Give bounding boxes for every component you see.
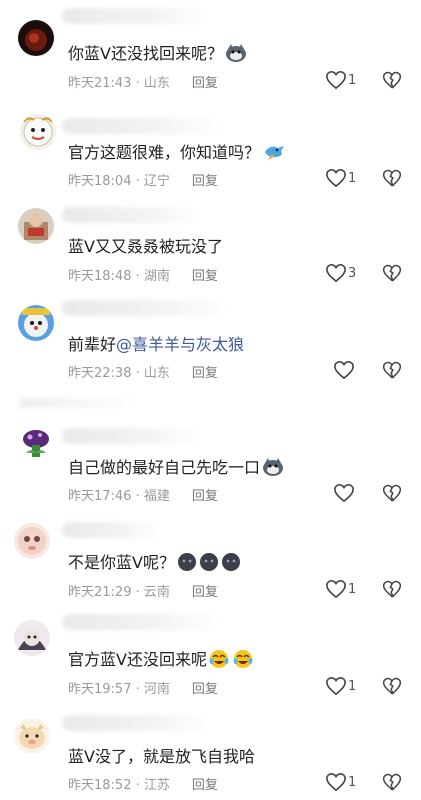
like-count: 1 — [348, 582, 357, 597]
separator: · — [131, 585, 144, 600]
reply-button[interactable]: 回复 — [192, 778, 218, 793]
blur-divider — [20, 398, 140, 408]
like-heart-icon[interactable] — [325, 168, 347, 188]
username-blurred[interactable] — [62, 207, 202, 223]
reply-button[interactable]: 回复 — [192, 269, 218, 284]
comment-text: 自己做的最好自己先吃一口 — [68, 454, 284, 481]
avatar[interactable] — [14, 620, 50, 656]
avatar[interactable] — [14, 718, 50, 754]
reply-button[interactable]: 回复 — [192, 76, 218, 91]
like-heart-icon[interactable] — [325, 676, 347, 696]
like-heart-icon[interactable] — [333, 360, 355, 380]
bird-emoji-icon — [262, 142, 286, 166]
comment-location: 辽宁 — [143, 174, 170, 189]
mention-link[interactable]: @喜羊羊与灰太狼 — [116, 335, 244, 354]
comment-time: 昨天19:57 — [68, 682, 132, 697]
comment-location: 河南 — [143, 682, 170, 697]
comment-meta: 昨天19:57 · 河南 回复 — [68, 678, 218, 697]
comment-text: 你蓝V还没找回来呢？ — [68, 40, 247, 67]
like-heart-icon[interactable] — [333, 483, 355, 503]
dislike-broken-heart-icon[interactable] — [382, 579, 402, 599]
comment-meta: 昨天18:52 · 江苏 回复 — [68, 774, 218, 793]
avatar[interactable] — [20, 114, 56, 150]
dislike-broken-heart-icon[interactable] — [382, 263, 402, 283]
avatar[interactable] — [18, 425, 54, 461]
dislike-broken-heart-icon[interactable] — [382, 676, 402, 696]
like-count: 1 — [348, 775, 357, 790]
like-heart-icon[interactable] — [325, 772, 347, 792]
comment-time: 昨天18:52 — [68, 778, 132, 793]
comment-text: 蓝V又又叒叒被玩没了 — [68, 237, 223, 256]
reply-button[interactable]: 回复 — [192, 174, 218, 189]
comment-text: 蓝V没了，就是放飞自我哈 — [68, 747, 255, 766]
reply-button[interactable]: 回复 — [192, 585, 218, 600]
comment-meta: 昨天21:29 · 云南 回复 — [68, 581, 218, 600]
dislike-broken-heart-icon[interactable] — [382, 483, 402, 503]
username-blurred[interactable] — [62, 8, 212, 24]
separator: · — [131, 366, 144, 381]
username-blurred[interactable] — [62, 614, 222, 630]
username-blurred[interactable] — [62, 715, 212, 731]
comment-meta: 昨天21:43 · 山东 回复 — [68, 72, 218, 91]
reply-button[interactable]: 回复 — [192, 489, 218, 504]
separator: · — [131, 76, 144, 91]
like-count: 1 — [348, 73, 357, 88]
like-count: 3 — [348, 266, 357, 281]
comment-time: 昨天22:38 — [68, 366, 132, 381]
black-face-emoji-icon — [177, 552, 243, 576]
username-blurred[interactable] — [62, 118, 222, 134]
like-heart-icon[interactable] — [325, 579, 347, 599]
comment-location: 湖南 — [143, 269, 170, 284]
comment-location: 福建 — [143, 489, 170, 504]
like-heart-icon[interactable] — [325, 70, 347, 90]
like-count: 1 — [348, 171, 357, 186]
comment-time: 昨天18:48 — [68, 269, 132, 284]
avatar[interactable] — [14, 523, 50, 559]
comment-text: 前辈好@喜羊羊与灰太狼 — [68, 335, 245, 354]
reply-button[interactable]: 回复 — [192, 366, 218, 381]
comment-meta: 昨天22:38 · 山东 回复 — [68, 362, 218, 381]
comment-text: 官方这题很难，你知道吗？ — [68, 139, 286, 166]
comment-meta: 昨天17:46 · 福建 回复 — [68, 485, 218, 504]
username-blurred[interactable] — [62, 300, 232, 316]
separator: · — [131, 682, 144, 697]
like-heart-icon[interactable] — [325, 263, 347, 283]
avatar[interactable] — [18, 208, 54, 244]
comment-time: 昨天21:43 — [68, 76, 132, 91]
comment-time: 昨天21:29 — [68, 585, 132, 600]
reply-button[interactable]: 回复 — [192, 682, 218, 697]
comment-location: 江苏 — [143, 778, 170, 793]
dislike-broken-heart-icon[interactable] — [382, 360, 402, 380]
username-blurred[interactable] — [62, 522, 162, 538]
separator: · — [131, 778, 144, 793]
husky-emoji-icon — [225, 43, 247, 67]
separator: · — [131, 174, 144, 189]
like-count: 1 — [348, 679, 357, 694]
comment-meta: 昨天18:48 · 湖南 回复 — [68, 265, 218, 284]
separator: · — [131, 489, 144, 504]
username-blurred[interactable] — [62, 428, 202, 444]
separator: · — [131, 269, 144, 284]
comment-time: 昨天18:04 — [68, 174, 132, 189]
comment-text: 不是你蓝V呢？ — [68, 549, 243, 576]
avatar[interactable] — [18, 305, 54, 341]
comment-location: 山东 — [143, 76, 170, 91]
comment-location: 云南 — [143, 585, 170, 600]
dislike-broken-heart-icon[interactable] — [382, 772, 402, 792]
comment-location: 山东 — [143, 366, 170, 381]
dislike-broken-heart-icon[interactable] — [382, 168, 402, 188]
comment-text: 官方蓝V还没回来呢 — [68, 646, 255, 673]
comment-meta: 昨天18:04 · 辽宁 回复 — [68, 170, 218, 189]
husky-emoji-icon — [262, 457, 284, 481]
avatar[interactable] — [18, 20, 54, 56]
comment-time: 昨天17:46 — [68, 489, 132, 504]
laughing-crying-emoji-icon — [209, 649, 255, 673]
dislike-broken-heart-icon[interactable] — [382, 70, 402, 90]
